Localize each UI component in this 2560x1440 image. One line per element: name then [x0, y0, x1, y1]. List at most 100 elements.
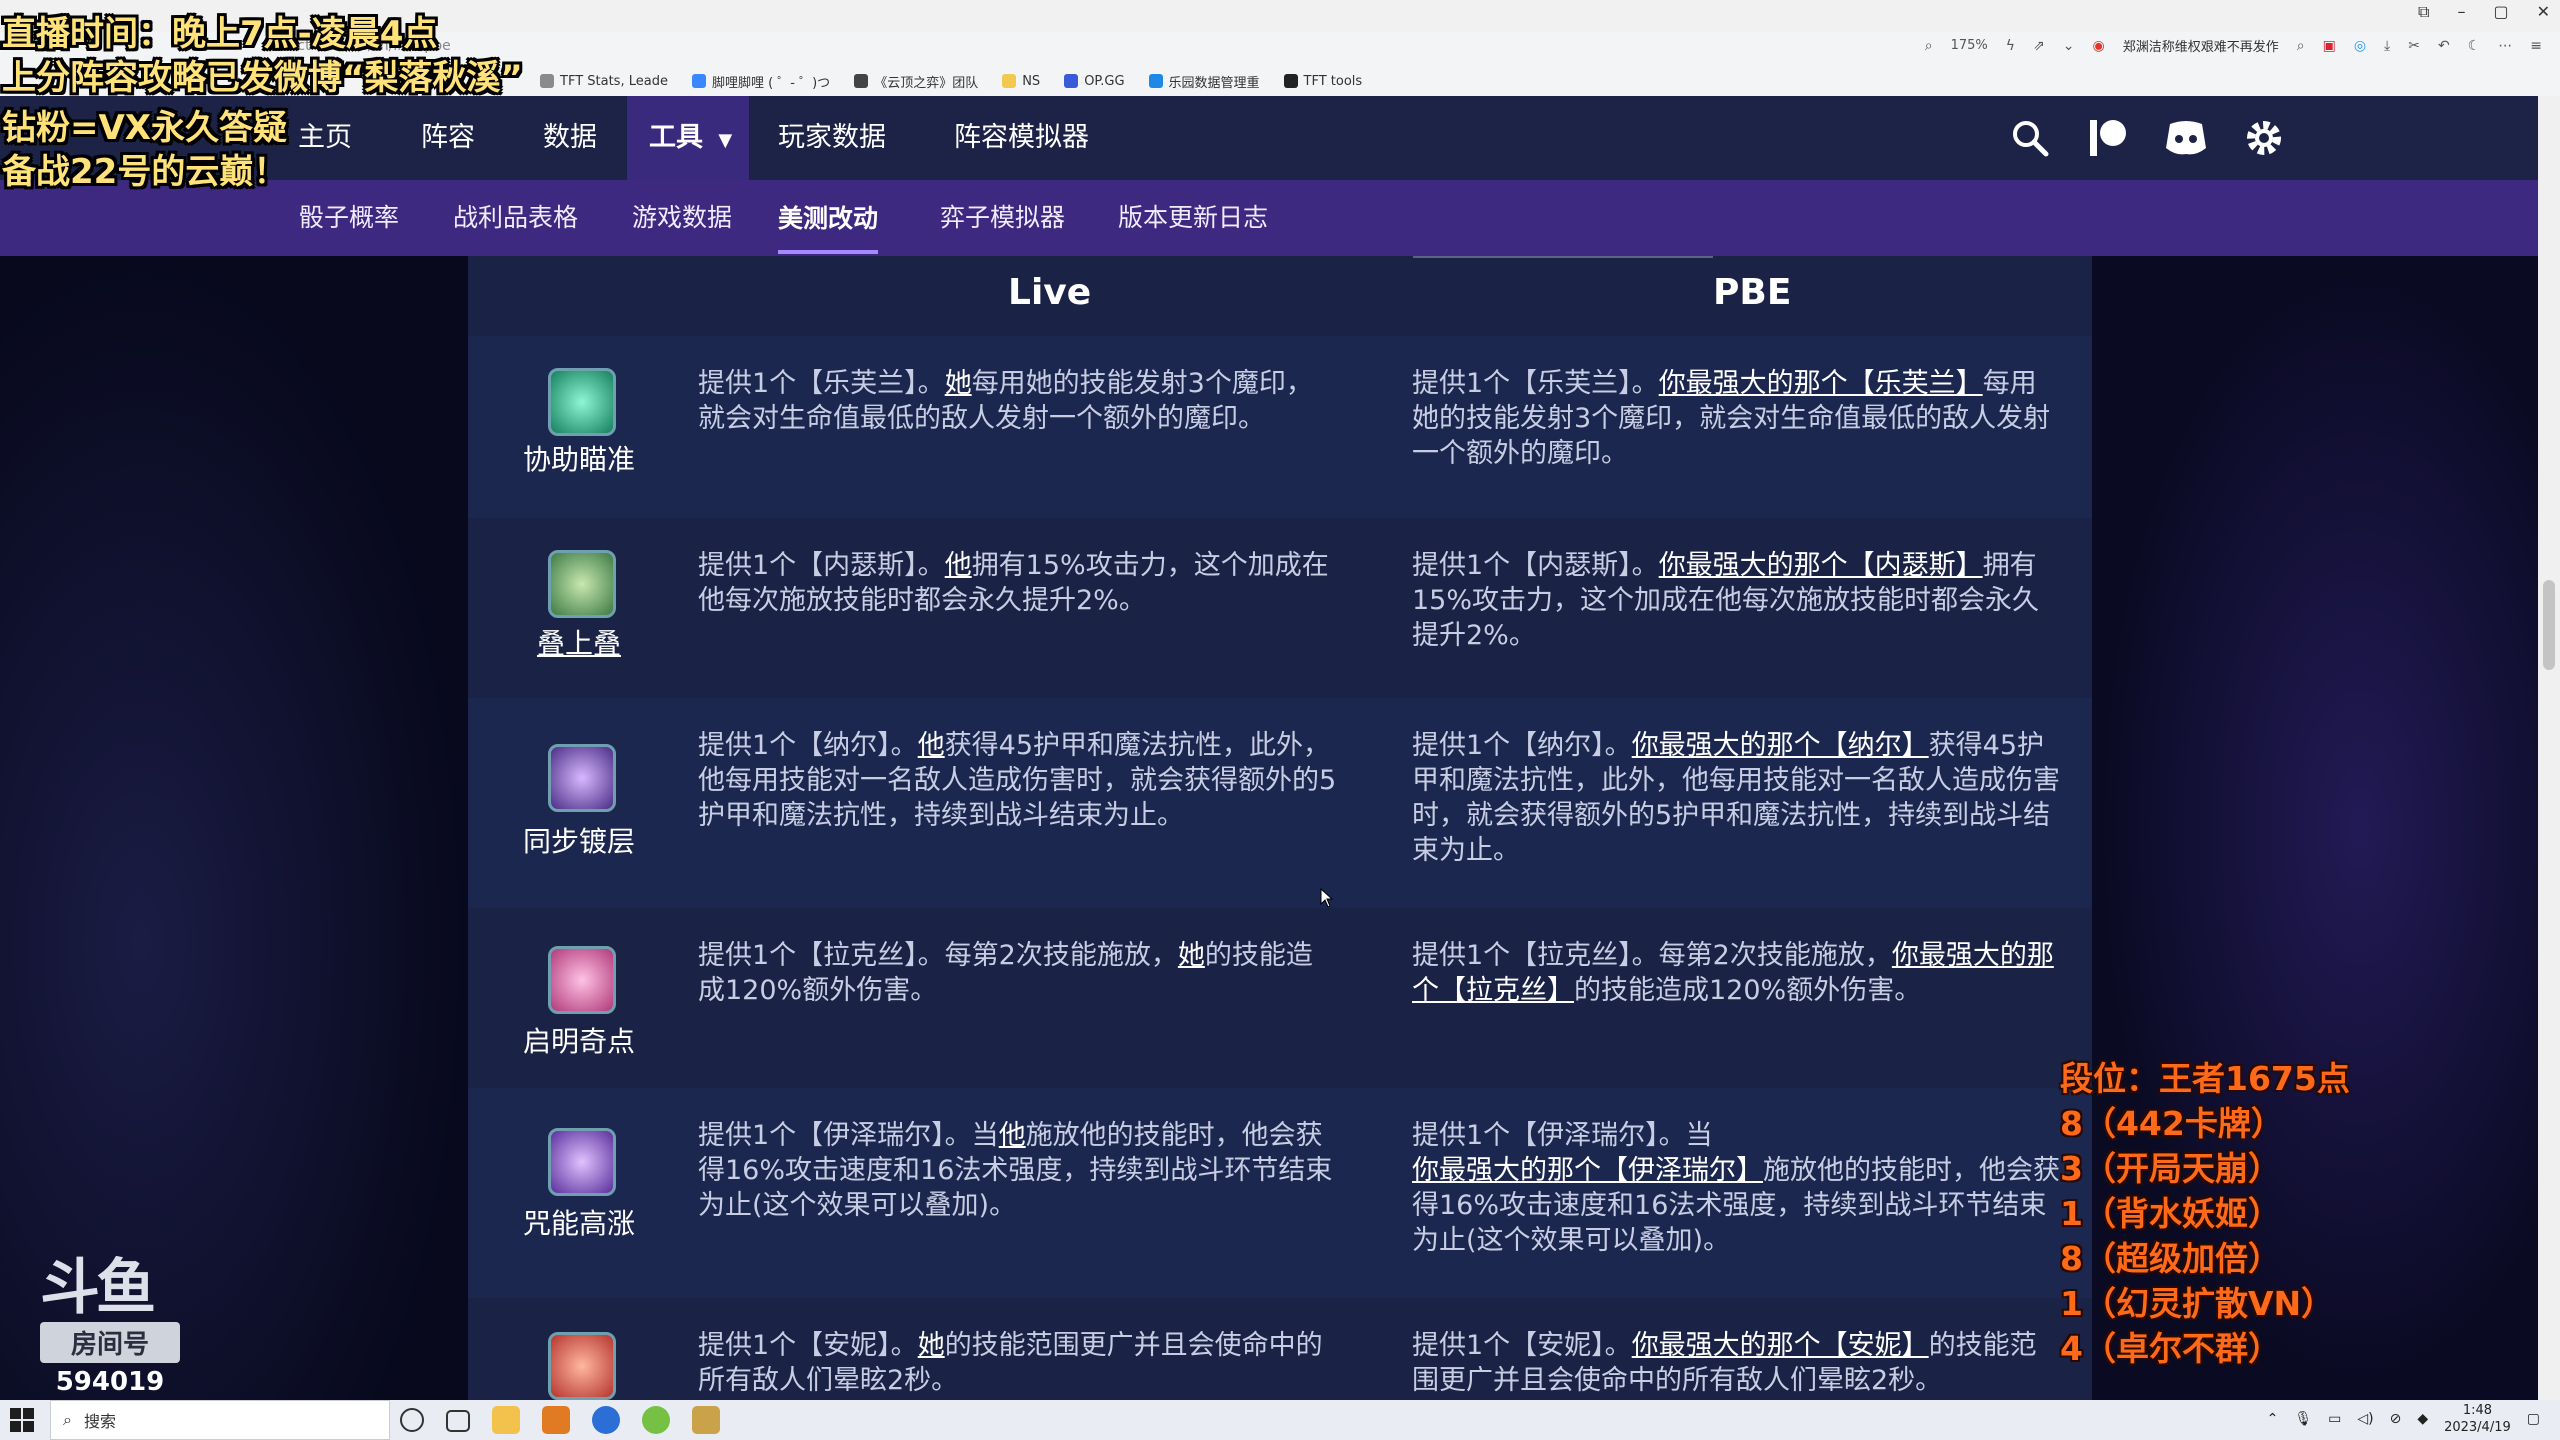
pbe-description: 提供1个【乐芙兰】。你最强大的那个【乐芙兰】每用她的技能发射3个魔印，就会对生命… [1412, 368, 2051, 469]
pbe-description: 提供1个【拉克丝】。每第2次技能施放，你最强大的那个【拉克丝】的技能造成120%… [1412, 940, 2054, 1006]
nav-home[interactable]: 主页 [298, 96, 352, 180]
bookmark-item[interactable]: TFT Stats, Leade [540, 74, 668, 89]
search-hint[interactable]: 郑渊洁称维权艰难不再发作 [2123, 36, 2279, 55]
microphone-icon[interactable]: 🎙 [2294, 1411, 2312, 1427]
app-icon[interactable] [542, 1406, 570, 1434]
close-icon[interactable]: ✕ [2537, 2, 2550, 22]
augment-name: 咒能高涨 [522, 1207, 635, 1240]
gear-icon[interactable] [2240, 114, 2288, 162]
stream-overlay-schedule: 直播时间：晚上7点-凌晨4点 [2, 14, 438, 54]
app-icon[interactable] [642, 1406, 670, 1434]
windows-start-icon[interactable] [10, 1408, 34, 1432]
volume-icon[interactable]: ◁) [2357, 1411, 2373, 1427]
system-tray: ⌃ 🎙 ▭ ◁) ⊘ ◆ 1:48 2023/4/19 ▢ [2267, 1402, 2540, 1436]
network-icon[interactable]: ▭ [2328, 1411, 2341, 1427]
shield-icon[interactable]: ◆ [2417, 1411, 2428, 1427]
nav-data[interactable]: 数据 [543, 96, 597, 180]
live-description: 提供1个【内瑟斯】。他拥有15%攻击力，这个加成在他每次施放技能时都会永久提升2… [698, 550, 1329, 616]
night-mode-icon[interactable]: ☾ [2468, 38, 2481, 54]
task-view-icon[interactable] [446, 1410, 470, 1432]
rank-result: 8（442卡牌） [2060, 1104, 2284, 1143]
chevron-down-icon: ▼ [718, 130, 733, 151]
bookmark-item[interactable]: 乐园数据管理重 [1148, 72, 1260, 91]
augment-name: 同步镀层 [522, 825, 635, 858]
search-icon[interactable] [2006, 114, 2054, 162]
bookmark-icon [1283, 74, 1298, 88]
scrollbar-thumb[interactable] [2543, 580, 2555, 670]
stream-overlay-event: 备战22号的云巅！ [2, 152, 288, 192]
minimize-icon[interactable]: – [2457, 2, 2465, 22]
status-icon[interactable]: ⊘ [2390, 1411, 2402, 1427]
nav-icons [2006, 114, 2288, 162]
league-client-icon[interactable] [692, 1406, 720, 1434]
mouse-cursor-icon [1320, 887, 1334, 912]
sub-nav: 骰子概率 战利品表格 游戏数据 美测改动 弈子模拟器 版本更新日志 [0, 180, 2538, 256]
weibo-icon[interactable]: ◉ [2093, 38, 2105, 54]
subnav-dice-odds[interactable]: 骰子概率 [299, 180, 399, 256]
extension-icon[interactable]: ▣ [2323, 38, 2336, 54]
search-icon[interactable]: ⌕ [2297, 38, 2305, 54]
page-background-left [0, 256, 468, 1400]
nav-tools[interactable]: 工具 ▼ [627, 96, 749, 180]
chevron-up-icon[interactable]: ⌃ [2267, 1411, 2279, 1427]
pbe-description: 提供1个【纳尔】。你最强大的那个【纳尔】获得45护甲和魔法抗性，此外，他每用技能… [1412, 730, 2060, 866]
bookmark-icon [1148, 74, 1163, 88]
folder-icon [1002, 74, 1017, 88]
zoom-level[interactable]: 175% [1951, 38, 1988, 53]
dropdown-icon[interactable]: ⌄ [2063, 38, 2075, 54]
clock[interactable]: 1:48 2023/4/19 [2444, 1402, 2511, 1436]
subnav-unit-simulator[interactable]: 弈子模拟器 [940, 180, 1065, 256]
bookmark-item[interactable]: 脚哩脚哩 ( ゜- ゜)つ [691, 72, 830, 91]
subnav-patch-notes[interactable]: 版本更新日志 [1118, 180, 1268, 256]
bookmark-item[interactable]: TFT tools [1283, 74, 1362, 89]
lightning-icon[interactable]: ϟ [2006, 38, 2015, 54]
subnav-loot-table[interactable]: 战利品表格 [453, 180, 578, 256]
menu-icon[interactable]: ≡ [2530, 38, 2542, 54]
zoom-icon[interactable]: ⌕ [1925, 38, 1933, 54]
download-icon[interactable]: ⤓ [2384, 38, 2390, 54]
pbe-changes-table: Live PBE 协助瞄准 提供1个【乐芙兰】。她每用她的技能发射3个魔印，就会… [468, 256, 2092, 1400]
live-description: 提供1个【伊泽瑞尔】。当他施放他的技能时，他会获得16%攻击速度和16法术强度，… [698, 1120, 1333, 1221]
rank-result: 4（卓尔不群） [2060, 1329, 2281, 1368]
maximize-icon[interactable]: ▢ [2493, 2, 2508, 22]
bookmark-icon [691, 74, 706, 88]
augment-icon [548, 744, 616, 812]
subnav-pbe-changes[interactable]: 美测改动 [778, 188, 879, 254]
column-header-pbe: PBE [1713, 272, 1792, 313]
browser-icon[interactable] [592, 1406, 620, 1434]
bookmark-item[interactable]: 《云顶之弈》团队 [854, 72, 978, 91]
nav-team-builder[interactable]: 阵容模拟器 [954, 96, 1089, 180]
share-icon[interactable]: ⇗ [2033, 38, 2045, 54]
patreon-icon[interactable] [2084, 114, 2132, 162]
bookmark-item[interactable]: OP.GG [1064, 74, 1125, 89]
more-icon[interactable]: ⋯ [2498, 38, 2512, 54]
nav-comps[interactable]: 阵容 [421, 96, 475, 180]
live-description: 提供1个【拉克丝】。每第2次技能施放，她的技能造成120%额外伤害。 [698, 940, 1313, 1006]
pin-icon[interactable]: ⧉ [2418, 2, 2429, 22]
douyu-watermark: 斗鱼 房间号 594019 [40, 1258, 180, 1397]
search-icon: ⌕ [63, 1410, 72, 1429]
notification-icon[interactable]: ▢ [2527, 1411, 2540, 1427]
stream-overlay-fans: 钻粉=VX永久答疑 [2, 108, 288, 148]
bookmark-icon [540, 74, 554, 88]
table-row: 咒能高涨 提供1个【伊泽瑞尔】。当他施放他的技能时，他会获得16%攻击速度和16… [468, 1088, 2092, 1298]
augment-icon [548, 1128, 616, 1196]
undo-icon[interactable]: ↶ [2438, 38, 2450, 54]
rank-result: 3（开局天崩） [2060, 1149, 2281, 1188]
rank-result: 1（背水妖姬） [2060, 1194, 2281, 1233]
main-nav: 主页 阵容 数据 工具 ▼ 玩家数据 阵容模拟器 [0, 96, 2538, 180]
subnav-game-data[interactable]: 游戏数据 [632, 180, 732, 256]
taskbar-search[interactable]: ⌕ 搜索 [50, 1400, 390, 1440]
nav-player-data[interactable]: 玩家数据 [778, 96, 886, 180]
augment-name: 启明奇点 [522, 1025, 635, 1058]
table-row: 叠上叠 提供1个【内瑟斯】。他拥有15%攻击力，这个加成在他每次施放技能时都会永… [468, 518, 2092, 698]
bookmark-icon [1064, 74, 1079, 88]
extension-icon[interactable]: ◎ [2354, 38, 2366, 54]
tools-icon[interactable]: ✂ [2408, 38, 2420, 54]
scrollbar-track[interactable] [2538, 96, 2560, 1400]
file-explorer-icon[interactable] [492, 1406, 520, 1434]
bookmark-item[interactable]: NS [1002, 74, 1040, 89]
cortana-icon[interactable] [400, 1408, 424, 1432]
discord-icon[interactable] [2162, 114, 2210, 162]
augment-icon [548, 368, 616, 436]
